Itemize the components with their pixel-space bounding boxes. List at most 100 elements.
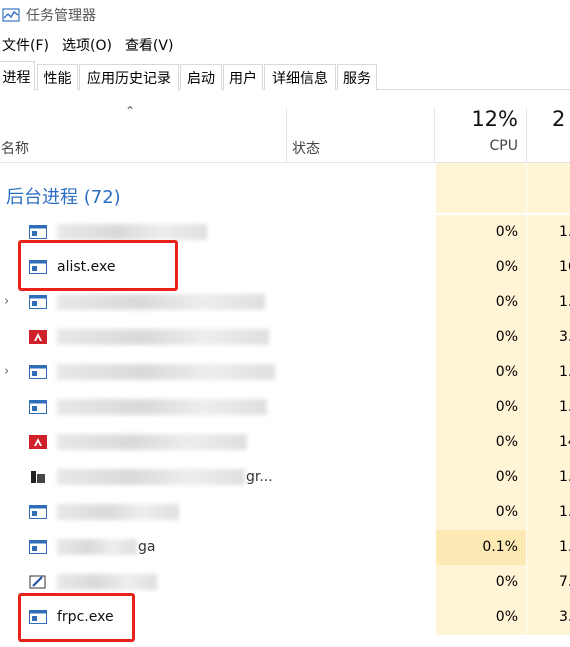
redacted-name — [57, 329, 269, 345]
process-row[interactable]: 0% 1. — [0, 390, 570, 425]
tab-details[interactable]: 详细信息 — [264, 64, 336, 90]
column-divider[interactable] — [286, 108, 287, 163]
cpu-value: 0% — [495, 224, 518, 240]
redacted-name — [57, 574, 157, 590]
group-label: 后台进程 (72) — [6, 187, 121, 208]
redacted-name — [57, 399, 267, 415]
memory-value: 1. — [559, 539, 570, 555]
cpu-value: 0% — [495, 609, 518, 625]
tab-strip: 进程 性能 应用历史记录 启动 用户 详细信息 服务 — [0, 61, 570, 91]
memory-value: 1. — [559, 364, 570, 380]
tab-performance[interactable]: 性能 — [37, 64, 78, 90]
cpu-cell: 0% — [436, 215, 526, 250]
cpu-value: 0% — [495, 294, 518, 310]
column-status[interactable]: 状态 — [292, 138, 320, 158]
redacted-name — [57, 504, 179, 520]
memory-cell: 1. — [527, 495, 570, 530]
memory-value: 1. — [559, 294, 570, 310]
cpu-value: 0% — [495, 259, 518, 275]
column-divider[interactable] — [526, 108, 527, 163]
cpu-heat-cell — [436, 163, 526, 213]
expand-chevron-icon[interactable]: › — [4, 294, 9, 309]
cpu-cell: 0% — [436, 460, 526, 495]
window-icon — [29, 505, 47, 519]
annotation-box-alist — [18, 240, 178, 291]
redacted-name — [57, 364, 275, 380]
process-row[interactable]: 0% 14. — [0, 425, 570, 460]
redacted-name — [57, 434, 247, 450]
cpu-cell: 0.1% — [436, 530, 526, 565]
window-icon — [29, 365, 47, 379]
column-divider[interactable] — [434, 108, 435, 163]
cpu-cell: 0% — [436, 355, 526, 390]
process-row[interactable]: ga 0.1% 1. — [0, 530, 570, 565]
process-row[interactable]: › 0% 1. — [0, 355, 570, 390]
title-bar: 任务管理器 — [0, 0, 570, 30]
memory-cell: 1. — [527, 460, 570, 495]
cpu-value: 0% — [495, 434, 518, 450]
memory-total-percent[interactable]: 2 — [552, 107, 565, 131]
process-row[interactable]: 0% 1. — [0, 495, 570, 530]
memory-value: 7. — [559, 574, 570, 590]
cpu-value: 0.1% — [482, 539, 518, 555]
tab-processes[interactable]: 进程 — [0, 61, 35, 91]
menu-view[interactable]: 查看(V) — [123, 35, 181, 55]
column-cpu[interactable]: CPU — [436, 138, 518, 154]
window-icon — [29, 225, 47, 239]
cpu-value: 0% — [495, 469, 518, 485]
tab-users[interactable]: 用户 — [223, 64, 263, 90]
app-icon — [31, 471, 45, 483]
cpu-cell: 0% — [436, 425, 526, 460]
memory-value: 1. — [559, 399, 570, 415]
process-row[interactable]: gr... 0% 1. — [0, 460, 570, 495]
memory-cell: 1. — [527, 215, 570, 250]
memory-value: 1. — [559, 469, 570, 485]
memory-value: 3. — [559, 329, 570, 345]
cpu-cell: 0% — [436, 600, 526, 635]
memory-value: 3. — [559, 609, 570, 625]
window-title: 任务管理器 — [26, 8, 96, 24]
memory-cell: 1. — [527, 390, 570, 425]
cpu-cell: 0% — [436, 320, 526, 355]
memory-value: 16. — [559, 259, 570, 275]
memory-cell: 3. — [527, 320, 570, 355]
memory-cell: 3. — [527, 600, 570, 635]
group-background-processes[interactable]: 后台进程 (72) — [0, 163, 570, 213]
cpu-cell: 0% — [436, 390, 526, 425]
memory-cell: 16. — [527, 250, 570, 285]
memory-value: 14. — [559, 434, 570, 450]
partial-name: gr... — [246, 469, 273, 485]
tab-services[interactable]: 服务 — [337, 64, 377, 90]
cpu-value: 0% — [495, 574, 518, 590]
process-row[interactable]: 0% 3. — [0, 320, 570, 355]
memory-value: 1. — [559, 504, 570, 520]
redacted-name — [57, 224, 207, 240]
memory-heat-cell — [527, 163, 570, 213]
tab-app-history[interactable]: 应用历史记录 — [79, 64, 179, 90]
task-manager-icon — [2, 8, 20, 22]
memory-cell: 14. — [527, 425, 570, 460]
cpu-value: 0% — [495, 399, 518, 415]
edit-icon — [29, 575, 46, 589]
amd-icon — [29, 435, 47, 449]
cpu-value: 0% — [495, 329, 518, 345]
menu-options[interactable]: 选项(O) — [60, 35, 119, 55]
redacted-name — [57, 294, 265, 310]
redacted-name — [57, 469, 245, 485]
window-icon — [29, 400, 47, 414]
cpu-cell: 0% — [436, 250, 526, 285]
tab-startup[interactable]: 启动 — [180, 64, 222, 90]
memory-cell: 1. — [527, 355, 570, 390]
cpu-total-percent[interactable]: 12% — [436, 107, 518, 131]
window-icon — [29, 540, 47, 554]
memory-cell: 7. — [527, 565, 570, 600]
expand-chevron-icon[interactable]: › — [4, 364, 9, 379]
cpu-cell: 0% — [436, 495, 526, 530]
column-name[interactable]: 名称 — [1, 138, 29, 158]
cpu-value: 0% — [495, 364, 518, 380]
memory-cell: 1. — [527, 285, 570, 320]
sort-ascending-icon[interactable]: ⌃ — [125, 104, 135, 118]
menu-file[interactable]: 文件(F) — [0, 35, 56, 55]
cpu-cell: 0% — [436, 285, 526, 320]
partial-name: ga — [138, 539, 156, 555]
